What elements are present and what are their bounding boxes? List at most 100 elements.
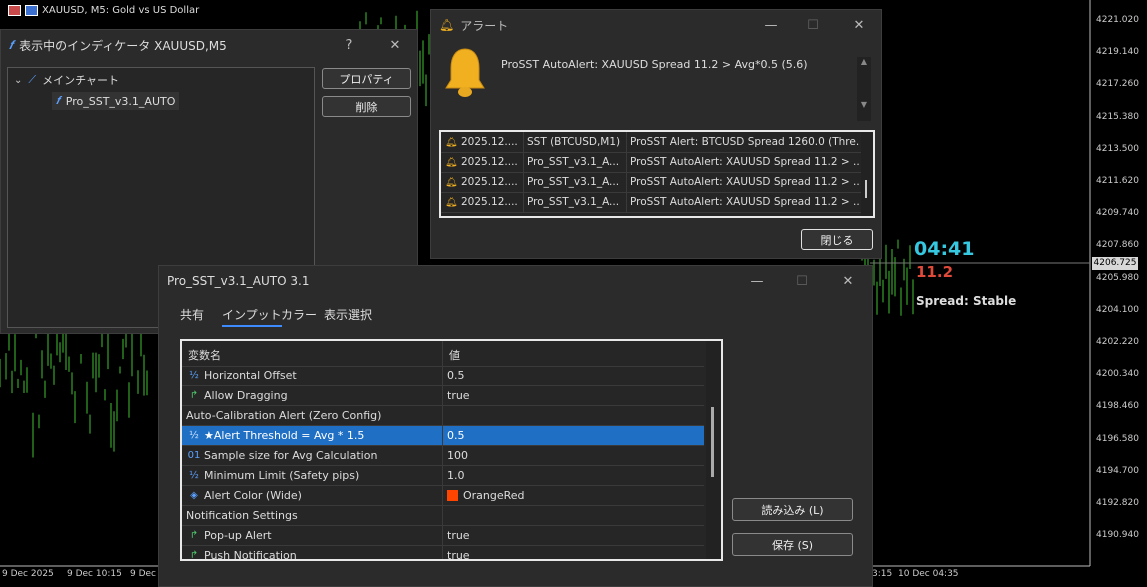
price-tick-label: 4198.460 [1096, 401, 1139, 412]
tree-child-item[interactable]: 𝒇 Pro_SST_v3.1_AUTO [52, 92, 180, 110]
parameter-value[interactable]: true [447, 389, 470, 402]
time-tick-label: 9 Dec [130, 569, 157, 579]
minimize-icon[interactable]: — [737, 266, 777, 296]
tab-1[interactable]: インプット [222, 306, 282, 327]
load-button[interactable]: 読み込み (L) [732, 498, 853, 521]
parameter-row[interactable]: ½ ★Alert Threshold = Avg * 1.5 0.5 [182, 426, 704, 446]
parameter-row[interactable]: ½ Minimum Limit (Safety pips) 1.0 [182, 466, 704, 486]
tree-child-label: Pro_SST_v3.1_AUTO [65, 94, 176, 108]
price-tick-label: 4190.940 [1096, 530, 1139, 541]
properties-titlebar[interactable]: Pro_SST_v3.1_AUTO 3.1 — ☐ ✕ [159, 266, 872, 296]
spread-value: 11.2 [916, 263, 954, 281]
parameter-group-header[interactable]: Auto-Calibration Alert (Zero Config) [182, 406, 704, 426]
column-value-header: 値 [449, 349, 460, 362]
tab-2[interactable]: カラー [281, 306, 317, 323]
alert-list[interactable]: 🔔︎ 2025.12.... SST (BTCUSD,M1) ProSST Alert… [439, 130, 875, 218]
price-tick-label: 4192.820 [1096, 498, 1139, 508]
tab-3[interactable]: 表示選択 [324, 306, 372, 323]
alert-list-scrollbar[interactable] [861, 132, 873, 216]
alert-row-message: ProSST AutoAlert: XAUUSD Spread 11.2 > .… [630, 176, 860, 188]
price-tick-label: 4215.380 [1096, 111, 1139, 122]
properties-button[interactable]: プロパティ [322, 68, 411, 89]
color-swatch[interactable] [447, 490, 458, 501]
alert-row-message: ProSST AutoAlert: XAUUSD Spread 11.2 > .… [630, 156, 860, 168]
parameter-name: ★Alert Threshold = Avg * 1.5 [204, 429, 365, 442]
close-button[interactable]: 閉じる [801, 229, 873, 250]
table-scrollbar[interactable] [706, 341, 721, 559]
price-tick-label: 4200.340 [1096, 369, 1139, 380]
tree-root-label: メインチャート [42, 74, 119, 87]
fraction-icon: ½ [189, 430, 199, 441]
save-button[interactable]: 保存 (S) [732, 533, 853, 556]
alert-date: 2025.12.... [461, 156, 518, 168]
chart-line-icon: ⟋ [28, 73, 37, 86]
parameter-group-header[interactable]: Notification Settings [182, 506, 704, 526]
parameters-table[interactable]: 変数名 値 ½ Horizontal Offset 0.5 ↱ Allow Draggi… [180, 339, 723, 561]
price-tick-label: 4205.980 [1096, 272, 1139, 283]
parameter-value[interactable]: true [447, 549, 470, 559]
tree-root-item[interactable]: ⌄ ⟋ メインチャート [14, 72, 119, 88]
parameter-name: Pop-up Alert [204, 529, 272, 542]
alert-row[interactable]: 🔔︎ 2025.12.... Pro_SST_v3.1_A... ProSST Aut… [441, 152, 861, 173]
parameter-value[interactable]: 0.5 [447, 429, 465, 442]
help-button[interactable]: ? [329, 30, 369, 60]
parameter-row[interactable]: ↱ Push Notification true [182, 546, 704, 561]
alert-date: 2025.12.... [461, 136, 518, 148]
parameter-name: Notification Settings [186, 509, 298, 522]
parameter-row[interactable]: ½ Horizontal Offset 0.5 [182, 366, 704, 386]
bool-arrow-icon: ↱ [189, 530, 199, 541]
maximize-icon[interactable]: ☐ [782, 266, 822, 296]
parameter-value[interactable]: true [447, 529, 470, 542]
price-tick-label: 4207.860 [1096, 240, 1139, 251]
price-tick-label: 4221.020 [1096, 15, 1139, 25]
price-tick-label: 4194.700 [1096, 465, 1139, 476]
bell-icon: 🔔︎ [439, 18, 455, 32]
bell-icon: 🔔︎ [445, 156, 458, 168]
integer-icon: 01 [187, 450, 201, 461]
parameter-value[interactable]: OrangeRed [463, 489, 525, 502]
parameter-value[interactable]: 0.5 [447, 369, 465, 382]
price-tick-label: 4196.580 [1096, 433, 1139, 444]
price-tick-label: 4213.500 [1096, 143, 1139, 154]
bell-icon: 🔔︎ [445, 176, 458, 188]
tab-0[interactable]: 共有 [180, 306, 204, 323]
parameter-name: Alert Color (Wide) [204, 489, 302, 502]
close-icon[interactable]: ✕ [828, 266, 868, 296]
parameter-row[interactable]: ↱ Allow Dragging true [182, 386, 704, 406]
alert-row[interactable]: 🔔︎ 2025.12.... Pro_SST_v3.1_A... ProSST Aut… [441, 192, 861, 213]
alert-date: 2025.12.... [461, 196, 518, 208]
parameter-row[interactable]: ↱ Pop-up Alert true [182, 526, 704, 546]
indicators-titlebar[interactable]: 𝒇 表示中のインディケータ XAUUSD,M5 ? ✕ [1, 30, 417, 60]
alert-message: ProSST AutoAlert: XAUUSD Spread 11.2 > A… [501, 58, 808, 71]
parameter-value[interactable]: 100 [447, 449, 468, 462]
parameter-name: Horizontal Offset [204, 369, 297, 382]
spread-status: Spread: Stable [916, 294, 1017, 308]
price-tick-label: 4204.100 [1096, 304, 1139, 315]
close-icon[interactable]: ✕ [839, 10, 879, 40]
parameter-row[interactable]: ◈ Alert Color (Wide) OrangeRed [182, 486, 704, 506]
chevron-down-icon[interactable]: ⌄ [14, 75, 22, 86]
alert-row-message: ProSST AutoAlert: XAUUSD Spread 11.2 > .… [630, 196, 860, 208]
message-scrollbar[interactable]: ▲ ▼ [857, 57, 871, 121]
bool-arrow-icon: ↱ [189, 550, 199, 561]
maximize-icon[interactable]: ☐ [793, 10, 833, 40]
price-tick-label: 4209.740 [1096, 208, 1139, 219]
alert-source: Pro_SST_v3.1_A... [527, 176, 620, 188]
alert-row[interactable]: 🔔︎ 2025.12.... SST (BTCUSD,M1) ProSST Alert… [441, 132, 861, 153]
alert-titlebar[interactable]: 🔔︎ アラート — ☐ ✕ [431, 10, 881, 40]
delete-button[interactable]: 削除 [322, 96, 411, 117]
time-tick-label: 9 Dec 10:15 [67, 569, 122, 579]
close-icon[interactable]: ✕ [375, 30, 415, 60]
fraction-icon: ½ [189, 370, 199, 381]
chart-type-icon[interactable] [25, 4, 38, 16]
menu-icon[interactable] [8, 4, 21, 16]
bell-icon: 🔔︎ [445, 136, 458, 148]
alert-source: Pro_SST_v3.1_A... [527, 156, 620, 168]
alert-source: SST (BTCUSD,M1) [527, 136, 621, 148]
alert-row[interactable]: 🔔︎ 2025.12.... Pro_SST_v3.1_A... ProSST Aut… [441, 172, 861, 193]
minimize-icon[interactable]: — [751, 10, 791, 40]
time-tick-label: 10 Dec 04:35 [898, 569, 959, 579]
parameter-name: Sample size for Avg Calculation [204, 449, 378, 462]
parameter-row[interactable]: 01 Sample size for Avg Calculation 100 [182, 446, 704, 466]
parameter-value[interactable]: 1.0 [447, 469, 465, 482]
